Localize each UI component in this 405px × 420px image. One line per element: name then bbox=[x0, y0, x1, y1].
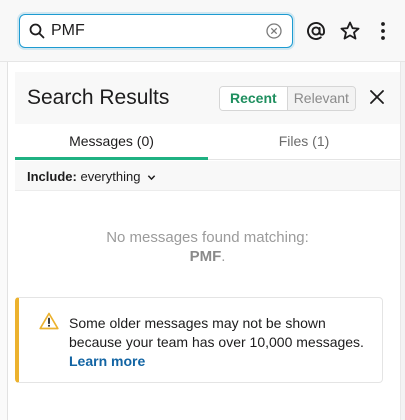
empty-message: No messages found matching: bbox=[106, 229, 309, 246]
top-bar bbox=[0, 0, 405, 62]
include-filter[interactable]: Include: everything bbox=[27, 169, 156, 184]
empty-query: PMF bbox=[189, 248, 222, 265]
learn-more-link[interactable]: Learn more bbox=[69, 353, 145, 369]
warning-banner: Some older messages may not be shown bec… bbox=[15, 297, 383, 383]
clear-icon[interactable] bbox=[266, 23, 282, 39]
search-icon bbox=[29, 23, 45, 39]
warning-message: Some older messages may not be shown bec… bbox=[69, 315, 364, 350]
left-rail bbox=[0, 62, 8, 420]
tab-files[interactable]: Files (1) bbox=[208, 124, 400, 160]
mention-icon[interactable] bbox=[305, 20, 327, 42]
scrollbar[interactable] bbox=[400, 62, 405, 420]
filter-label: Include: bbox=[27, 169, 77, 184]
chevron-down-icon bbox=[147, 175, 156, 181]
sort-recent-button[interactable]: Recent bbox=[220, 87, 287, 110]
empty-state: No messages found matching: PMF. bbox=[15, 228, 400, 266]
star-icon[interactable] bbox=[339, 20, 361, 42]
page-title: Search Results bbox=[27, 86, 170, 109]
close-icon[interactable] bbox=[369, 89, 385, 105]
search-results-panel: Search Results Recent Relevant Messages … bbox=[15, 72, 400, 420]
tab-messages[interactable]: Messages (0) bbox=[15, 124, 208, 160]
filter-value: everything bbox=[80, 169, 141, 184]
empty-suffix: . bbox=[221, 248, 226, 265]
warning-text: Some older messages may not be shown bec… bbox=[69, 314, 379, 371]
filter-row: Include: everything bbox=[15, 161, 400, 191]
sort-relevant-button[interactable]: Relevant bbox=[286, 87, 355, 110]
more-vertical-icon[interactable] bbox=[372, 20, 394, 42]
sort-toggle: Recent Relevant bbox=[219, 86, 356, 111]
warning-icon bbox=[39, 312, 59, 330]
search-box[interactable] bbox=[19, 14, 293, 48]
panel-header: Search Results Recent Relevant bbox=[15, 72, 400, 124]
result-tabs: Messages (0) Files (1) bbox=[15, 124, 400, 160]
search-input[interactable] bbox=[51, 22, 251, 40]
